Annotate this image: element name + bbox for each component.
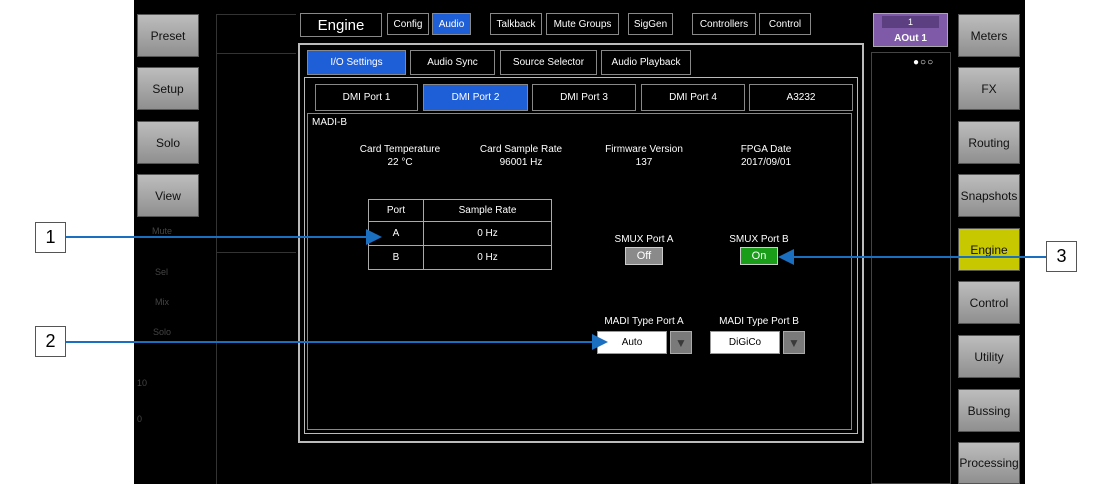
strip-scale-10: 10 (137, 378, 148, 388)
table-header-port: Port (368, 199, 424, 222)
chevron-down-icon[interactable]: ▼ (783, 331, 805, 354)
nav-setup-button[interactable]: Setup (137, 67, 199, 110)
tab-controllers[interactable]: Controllers (692, 13, 756, 35)
tab-config[interactable]: Config (387, 13, 429, 35)
madi-type-port-a-select[interactable]: Auto ▼ (597, 331, 692, 354)
callout-3: 3 (1046, 241, 1077, 272)
madi-type-port-b-select[interactable]: DiGiCo ▼ (710, 331, 805, 354)
tab-dmi-port-4[interactable]: DMI Port 4 (641, 84, 745, 111)
strip-solo-label: Solo (153, 327, 172, 337)
tab-dmi-port-3[interactable]: DMI Port 3 (532, 84, 636, 111)
tab-source-selector[interactable]: Source Selector (500, 50, 597, 75)
madi-type-port-b-label: MADI Type Port B (719, 316, 799, 327)
tab-control[interactable]: Control (759, 13, 811, 35)
strip-sel-label: Sel (155, 267, 169, 277)
table-cell-port-b: B (368, 245, 424, 270)
callout-2: 2 (35, 326, 66, 357)
nav-engine-button[interactable]: Engine (958, 228, 1020, 271)
strip-scale-0: 0 (137, 414, 143, 424)
table-cell-rate-a: 0 Hz (423, 221, 552, 246)
output-badge[interactable]: 1 AOut 1 (873, 13, 948, 47)
smux-port-b-toggle[interactable]: On (740, 247, 778, 265)
tab-dmi-port-2[interactable]: DMI Port 2 (423, 84, 528, 111)
nav-solo-button[interactable]: Solo (137, 121, 199, 164)
engine-title-tab[interactable]: Engine (300, 13, 382, 37)
madi-type-port-a-value: Auto (597, 331, 667, 354)
page-dots-icon[interactable]: ●○○ (913, 57, 934, 68)
card-sample-rate-value: 96001 Hz (499, 157, 543, 168)
output-number: 1 (882, 16, 939, 28)
strip-divider (216, 14, 296, 15)
firmware-version-value: 137 (635, 157, 653, 168)
nav-meters-button[interactable]: Meters (958, 14, 1020, 57)
nav-bussing-button[interactable]: Bussing (958, 389, 1020, 432)
nav-control-button[interactable]: Control (958, 281, 1020, 324)
fpga-date-label: FPGA Date (740, 144, 792, 155)
strip-divider (216, 53, 296, 54)
tab-dmi-port-1[interactable]: DMI Port 1 (315, 84, 418, 111)
tab-audio[interactable]: Audio (432, 13, 471, 35)
nav-fx-button[interactable]: FX (958, 67, 1020, 110)
smux-port-a-toggle[interactable]: Off (625, 247, 663, 265)
meter-panel (871, 52, 951, 484)
smux-port-b-label: SMUX Port B (729, 234, 789, 245)
fpga-date-value: 2017/09/01 (740, 157, 792, 168)
nav-snapshots-button[interactable]: Snapshots (958, 174, 1020, 217)
nav-view-button[interactable]: View (137, 174, 199, 217)
nav-processing-button[interactable]: Processing (958, 442, 1020, 484)
card-temperature-value: 22 °C (387, 157, 413, 168)
smux-port-a-label: SMUX Port A (614, 234, 674, 245)
firmware-version-label: Firmware Version (605, 144, 683, 155)
tab-io-settings[interactable]: I/O Settings (307, 50, 406, 75)
card-sample-rate-label: Card Sample Rate (479, 144, 563, 155)
table-header-sample-rate: Sample Rate (423, 199, 552, 222)
strip-divider (216, 252, 296, 253)
madi-type-port-a-label: MADI Type Port A (604, 316, 684, 327)
table-cell-port-a: A (368, 221, 424, 246)
port-sample-rate-table: Port Sample Rate A 0 Hz B 0 Hz (368, 199, 552, 270)
card-temperature-label: Card Temperature (359, 144, 441, 155)
tab-audio-sync[interactable]: Audio Sync (410, 50, 495, 75)
tab-mute-groups[interactable]: Mute Groups (546, 13, 619, 35)
table-cell-rate-b: 0 Hz (423, 245, 552, 270)
strip-mix-label: Mix (155, 297, 169, 307)
tab-audio-playback[interactable]: Audio Playback (601, 50, 691, 75)
nav-routing-button[interactable]: Routing (958, 121, 1020, 164)
output-name: AOut 1 (894, 32, 927, 44)
tab-a3232[interactable]: A3232 (749, 84, 853, 111)
tab-siggen[interactable]: SigGen (628, 13, 673, 35)
strip-divider (216, 14, 217, 484)
chevron-down-icon[interactable]: ▼ (670, 331, 692, 354)
card-name: MADI-B (312, 117, 347, 128)
madi-type-port-b-value: DiGiCo (710, 331, 780, 354)
tab-talkback[interactable]: Talkback (490, 13, 542, 35)
strip-mute-label: Mute (152, 226, 173, 236)
callout-1: 1 (35, 222, 66, 253)
nav-preset-button[interactable]: Preset (137, 14, 199, 57)
nav-utility-button[interactable]: Utility (958, 335, 1020, 378)
